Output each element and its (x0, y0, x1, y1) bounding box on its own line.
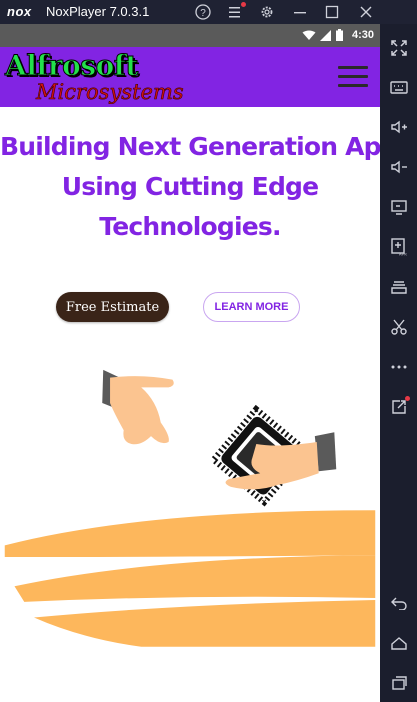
screen-icon[interactable] (388, 196, 410, 218)
home-icon[interactable] (388, 632, 410, 654)
volume-down-icon[interactable] (388, 156, 410, 178)
keyboard-icon[interactable] (388, 76, 410, 98)
window-title: NoxPlayer 7.0.3.1 (46, 4, 150, 19)
maximize-icon[interactable] (322, 2, 342, 22)
settings-icon[interactable] (257, 2, 277, 22)
site-logo[interactable]: Alfrosoft (5, 49, 139, 83)
android-screen: 4:30 Alfrosoft Microsystems Building Nex… (0, 24, 380, 702)
menu-icon[interactable] (225, 2, 246, 22)
hero-illustration (4, 369, 376, 647)
site-logo-tagline: Microsystems (36, 80, 184, 105)
hero-line-3: Technologies. (99, 212, 281, 241)
back-icon[interactable] (388, 592, 410, 614)
orange-wave-graphic (4, 510, 376, 647)
recents-icon[interactable] (388, 672, 410, 694)
volume-up-icon[interactable] (388, 116, 410, 138)
hero-line-2: Using Cutting Edge (61, 172, 319, 201)
help-icon[interactable]: ? (193, 2, 213, 22)
fullscreen-icon[interactable] (388, 37, 410, 59)
multi-instance-icon[interactable] (388, 276, 410, 298)
svg-text:APK: APK (399, 252, 407, 257)
status-time: 4:30 (351, 29, 374, 41)
learn-more-button[interactable]: LEARN MORE (203, 292, 300, 322)
nox-sidebar: APK (380, 24, 417, 702)
more-icon[interactable] (388, 356, 410, 378)
notification-dot (241, 2, 246, 7)
hamburger-menu-button[interactable] (338, 66, 368, 90)
wifi-icon (302, 30, 316, 40)
signal-icon (320, 30, 331, 41)
nox-logo: nox (7, 4, 32, 19)
free-estimate-button[interactable]: Free Estimate (56, 292, 169, 322)
android-statusbar: 4:30 (0, 24, 380, 47)
close-icon[interactable] (356, 2, 376, 22)
scissors-icon[interactable] (388, 316, 410, 338)
notification-dot (405, 396, 410, 401)
hero-headline: Building Next Generation Apps Using Cutt… (0, 127, 380, 247)
minimize-icon[interactable] (290, 2, 310, 22)
left-hand-graphic (102, 369, 174, 445)
window-titlebar: nox NoxPlayer 7.0.3.1 ? (0, 0, 417, 24)
share-icon[interactable] (388, 396, 410, 418)
site-header: Alfrosoft Microsystems (0, 47, 380, 107)
svg-text:?: ? (200, 8, 206, 19)
hero-line-1: Building Next Generation Apps (0, 132, 380, 161)
apk-install-icon[interactable]: APK (388, 236, 410, 258)
battery-icon (336, 29, 343, 41)
